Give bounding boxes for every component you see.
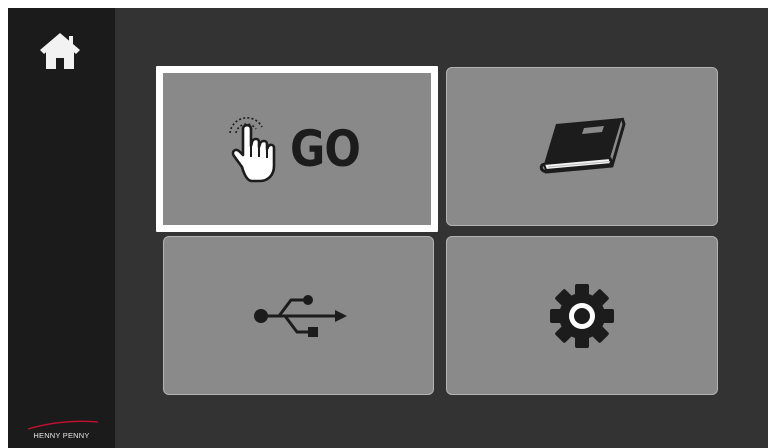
henny-penny-logo: HENNY PENNY (8, 420, 115, 440)
screen: HENNY PENNY GO (8, 8, 768, 448)
usb-icon (253, 294, 347, 337)
home-button[interactable] (35, 26, 85, 76)
hand-touch-icon (229, 117, 276, 183)
home-icon (40, 33, 80, 69)
logo-text: HENNY PENNY (33, 431, 90, 440)
usb-button[interactable] (163, 236, 434, 395)
logo-swoosh-icon (27, 420, 98, 430)
go-button[interactable]: GO (156, 66, 438, 232)
book-icon (539, 117, 626, 173)
sidebar: HENNY PENNY (8, 8, 115, 448)
settings-button[interactable] (446, 236, 718, 395)
gear-icon (550, 283, 614, 348)
manual-button[interactable] (446, 67, 718, 226)
go-label: GO (290, 120, 361, 178)
